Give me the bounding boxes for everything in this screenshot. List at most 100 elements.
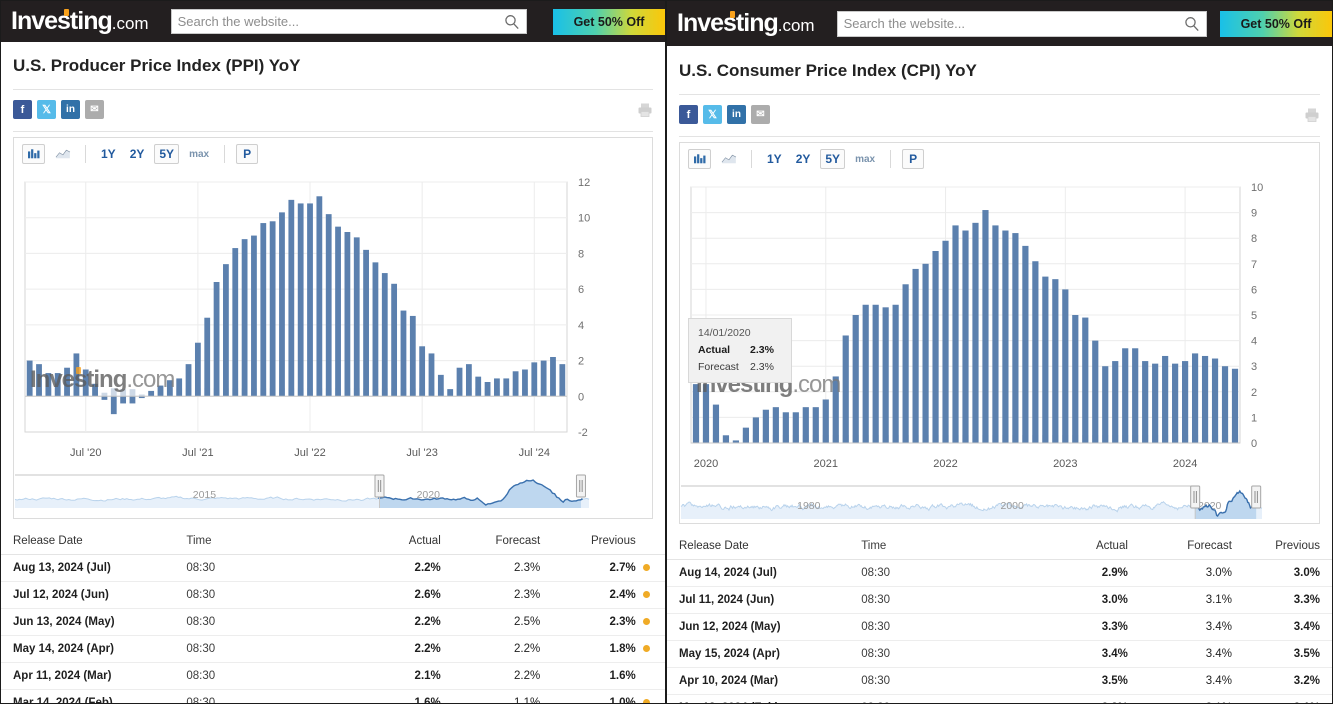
- chart-bar[interactable]: [447, 389, 454, 397]
- chart-bar[interactable]: [1102, 366, 1109, 443]
- chart-bar[interactable]: [148, 390, 155, 397]
- chart-bar[interactable]: [428, 353, 435, 397]
- th-actual[interactable]: Actual: [309, 529, 445, 555]
- chart-bar[interactable]: [882, 307, 889, 443]
- table-row[interactable]: May 15, 2024 (Apr) 08:30 3.4% 3.4% 3.5%: [667, 640, 1332, 668]
- chart-bar[interactable]: [559, 364, 566, 397]
- chart-bar[interactable]: [1132, 348, 1139, 443]
- table-row[interactable]: May 14, 2024 (Apr) 08:30 2.2% 2.2% 1.8%: [1, 635, 665, 663]
- chart-bar[interactable]: [852, 315, 859, 443]
- chart-bar[interactable]: [712, 404, 720, 443]
- linkedin-share-button[interactable]: in: [727, 105, 746, 124]
- chart-bar[interactable]: [992, 225, 999, 443]
- search-input[interactable]: [177, 14, 504, 29]
- chart-bar[interactable]: [802, 407, 809, 443]
- facebook-share-button[interactable]: f: [679, 105, 698, 124]
- chart-bar[interactable]: [762, 409, 769, 443]
- chart-bar[interactable]: [1142, 361, 1149, 443]
- table-row[interactable]: Jul 12, 2024 (Jun) 08:30 2.6% 2.3% 2.4%: [1, 581, 665, 609]
- chart-bar[interactable]: [204, 317, 211, 397]
- promo-button[interactable]: Get 50% Off: [1220, 10, 1332, 37]
- chart-bar[interactable]: [503, 378, 510, 397]
- table-row[interactable]: Mar 14, 2024 (Feb) 08:30 1.6% 1.1% 1.0%: [1, 689, 665, 703]
- navigator-handle-right[interactable]: [575, 474, 586, 498]
- table-row[interactable]: Aug 14, 2024 (Jul) 08:30 2.9% 3.0% 3.0%: [667, 559, 1332, 587]
- chart-bar[interactable]: [912, 268, 919, 443]
- table-row[interactable]: Jun 13, 2024 (May) 08:30 2.2% 2.5% 2.3%: [1, 608, 665, 636]
- twitter-share-button[interactable]: 𝕏: [37, 100, 56, 119]
- chart-bar[interactable]: [1152, 363, 1159, 443]
- chart-bar[interactable]: [1231, 368, 1239, 443]
- chart-bar[interactable]: [1042, 276, 1049, 443]
- chart-bar[interactable]: [363, 249, 369, 397]
- chart-bar[interactable]: [1022, 245, 1029, 443]
- linkedin-share-button[interactable]: in: [61, 100, 80, 119]
- table-row[interactable]: Jul 11, 2024 (Jun) 08:30 3.0% 3.1% 3.3%: [667, 586, 1332, 614]
- chart-bar[interactable]: [1092, 340, 1099, 443]
- th-time[interactable]: Time: [861, 534, 991, 560]
- search-box[interactable]: [836, 10, 1207, 37]
- chart-bar[interactable]: [842, 335, 849, 443]
- chart-bar[interactable]: [335, 226, 341, 397]
- table-row[interactable]: Mar 12, 2024 (Feb)08:303.2%3.1%3.1%: [667, 694, 1332, 703]
- chart-bar[interactable]: [260, 223, 267, 397]
- chart-bar[interactable]: [702, 384, 710, 443]
- cell-release-date[interactable]: Jul 11, 2024 (Jun): [667, 586, 862, 614]
- chart-bar[interactable]: [1172, 363, 1179, 443]
- chart-bar[interactable]: [484, 382, 491, 397]
- th-forecast[interactable]: Forecast: [1131, 534, 1232, 560]
- chart-bar[interactable]: [1112, 361, 1119, 443]
- chart-bar[interactable]: [550, 357, 556, 397]
- chart-bar[interactable]: [862, 304, 869, 443]
- th-time[interactable]: Time: [186, 529, 310, 555]
- chart-bar[interactable]: [241, 239, 248, 397]
- chart-bar[interactable]: [692, 384, 700, 443]
- chart-bar[interactable]: [1191, 353, 1199, 443]
- chart-bar[interactable]: [45, 373, 52, 397]
- chart-bar[interactable]: [1182, 361, 1189, 443]
- chart-bar[interactable]: [36, 364, 42, 397]
- cell-release-date[interactable]: Apr 11, 2024 (Mar): [1, 662, 187, 690]
- chart-bar[interactable]: [213, 282, 220, 397]
- navigator-handle-right[interactable]: [1251, 485, 1262, 509]
- chart-bar[interactable]: [1082, 317, 1089, 443]
- chart-bar[interactable]: [353, 237, 360, 397]
- search-box[interactable]: [170, 9, 527, 34]
- ppi-bar-chart[interactable]: -2 0 2 4 6 8 10 12 Jul '20 Jul '21 Jul '22 Jul '23 J…: [14, 170, 652, 518]
- chart-bar[interactable]: [722, 435, 730, 443]
- chart-bar[interactable]: [391, 283, 398, 397]
- chart-bar[interactable]: [742, 427, 749, 443]
- cell-release-date[interactable]: Jun 13, 2024 (May): [1, 608, 187, 636]
- chart-bar[interactable]: [157, 385, 164, 397]
- chart-bar[interactable]: [982, 210, 989, 443]
- chart-bar[interactable]: [110, 396, 117, 415]
- print-icon[interactable]: [637, 102, 653, 118]
- chart-bar[interactable]: [101, 396, 108, 400]
- chart-bar[interactable]: [531, 362, 538, 397]
- chart-bar[interactable]: [1012, 233, 1019, 443]
- chart-bar[interactable]: [251, 235, 257, 397]
- print-icon[interactable]: [1304, 107, 1320, 123]
- chart-bar[interactable]: [540, 360, 547, 397]
- chart-bar[interactable]: [1211, 358, 1219, 443]
- chart-bar[interactable]: [316, 196, 323, 397]
- range-max-button[interactable]: max: [185, 147, 213, 162]
- chart-bar[interactable]: [475, 376, 482, 397]
- chart-bar[interactable]: [522, 369, 528, 397]
- chart-bar[interactable]: [223, 264, 229, 397]
- cell-release-date[interactable]: Aug 13, 2024 (Jul): [1, 554, 187, 582]
- chart-bar[interactable]: [232, 248, 239, 397]
- chart-bar[interactable]: [288, 199, 295, 397]
- chart-bar[interactable]: [782, 412, 789, 443]
- range-1y-button[interactable]: 1Y: [763, 150, 786, 168]
- th-previous[interactable]: Previous: [540, 529, 636, 555]
- chart-bar[interactable]: [120, 396, 127, 404]
- line-chart-icon[interactable]: [51, 144, 74, 164]
- chart-bar[interactable]: [1122, 348, 1129, 443]
- chart-bar[interactable]: [381, 273, 388, 397]
- chart-bar[interactable]: [419, 346, 426, 397]
- chart-bar[interactable]: [1072, 315, 1079, 443]
- chart-bar[interactable]: [1201, 355, 1209, 443]
- chart-bar[interactable]: [1221, 366, 1229, 443]
- chart-bar[interactable]: [82, 369, 89, 397]
